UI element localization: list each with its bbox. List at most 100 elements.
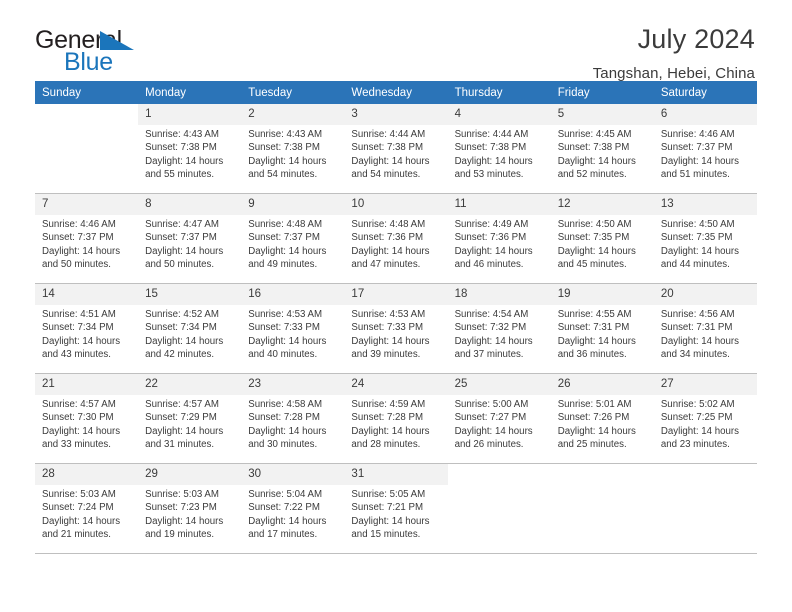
- calendar-day-cell[interactable]: 5 Sunrise: 4:45 AM Sunset: 7:38 PM Daylight…: [550, 104, 654, 194]
- day-number: 30: [241, 464, 345, 485]
- daylight-text-line1: Daylight: 14 hours: [248, 155, 327, 167]
- weekday-header-tuesday: Tuesday: [241, 81, 345, 104]
- day-details: Sunrise: 4:54 AM Sunset: 7:32 PM Daylight:…: [448, 305, 551, 361]
- calendar-day-cell[interactable]: 3 Sunrise: 4:44 AM Sunset: 7:38 PM Daylight…: [344, 104, 448, 194]
- calendar-day-cell[interactable]: 30 Sunrise: 5:04 AM Sunset: 7:22 PM Dayligh…: [241, 463, 345, 554]
- day-number: 14: [35, 284, 139, 305]
- calendar-day-cell[interactable]: 12 Sunrise: 4:50 AM Sunset: 7:35 PM Dayligh…: [550, 193, 654, 284]
- calendar-day-cell[interactable]: 8 Sunrise: 4:47 AM Sunset: 7:37 PM Daylight…: [138, 193, 242, 284]
- day-cell-body: [35, 104, 139, 193]
- calendar-day-cell[interactable]: 21 Sunrise: 4:57 AM Sunset: 7:30 PM Dayligh…: [35, 373, 139, 464]
- sunrise-text: Sunrise: 4:48 AM: [248, 219, 323, 230]
- day-number: 1: [138, 104, 242, 125]
- sunset-text: Sunset: 7:27 PM: [454, 412, 527, 424]
- calendar-day-cell[interactable]: 17 Sunrise: 4:53 AM Sunset: 7:33 PM Dayligh…: [344, 283, 448, 374]
- calendar-day-cell[interactable]: 13 Sunrise: 4:50 AM Sunset: 7:35 PM Dayligh…: [653, 193, 757, 284]
- day-number: 26: [550, 374, 654, 395]
- day-cell-body: 27 Sunrise: 5:02 AM Sunset: 7:25 PM Dayligh…: [653, 374, 757, 463]
- day-cell-body: 28 Sunrise: 5:03 AM Sunset: 7:24 PM Dayligh…: [35, 464, 139, 553]
- calendar-day-cell[interactable]: 20 Sunrise: 4:56 AM Sunset: 7:31 PM Dayligh…: [653, 283, 757, 374]
- sunrise-text: Sunrise: 5:03 AM: [42, 489, 116, 500]
- sunrise-text: Sunrise: 4:46 AM: [660, 129, 735, 140]
- day-cell-body: 4 Sunrise: 4:44 AM Sunset: 7:38 PM Daylight…: [447, 104, 551, 193]
- day-cell-body: 9 Sunrise: 4:48 AM Sunset: 7:37 PM Daylight…: [241, 194, 345, 283]
- daylight-text-line2: and 36 minutes.: [557, 348, 627, 360]
- daylight-text-line1: Daylight: 14 hours: [42, 515, 121, 527]
- calendar-day-cell[interactable]: 27 Sunrise: 5:02 AM Sunset: 7:25 PM Dayligh…: [653, 373, 757, 464]
- calendar-day-cell[interactable]: 9 Sunrise: 4:48 AM Sunset: 7:37 PM Daylight…: [241, 193, 345, 284]
- daylight-text-line1: Daylight: 14 hours: [351, 515, 430, 527]
- general-blue-logo[interactable]: General Blue: [35, 26, 155, 76]
- sunrise-text: Sunrise: 4:43 AM: [145, 129, 219, 140]
- calendar-day-cell[interactable]: 31 Sunrise: 5:05 AM Sunset: 7:21 PM Dayligh…: [344, 463, 448, 554]
- day-details: Sunrise: 4:45 AM Sunset: 7:38 PM Daylight:…: [551, 125, 654, 181]
- day-number: [447, 464, 551, 485]
- weekday-header-sunday: Sunday: [35, 81, 139, 104]
- calendar-day-cell[interactable]: 11 Sunrise: 4:49 AM Sunset: 7:36 PM Dayligh…: [447, 193, 551, 284]
- daylight-text-line1: Daylight: 14 hours: [557, 155, 636, 167]
- calendar-body: 1 Sunrise: 4:43 AM Sunset: 7:38 PM Daylight…: [35, 104, 757, 554]
- calendar-day-cell[interactable]: 22 Sunrise: 4:57 AM Sunset: 7:29 PM Dayligh…: [138, 373, 242, 464]
- sunrise-text: Sunrise: 4:49 AM: [454, 219, 529, 230]
- day-number: 5: [550, 104, 654, 125]
- calendar-day-cell[interactable]: 10 Sunrise: 4:48 AM Sunset: 7:36 PM Dayligh…: [344, 193, 448, 284]
- day-cell-body: 5 Sunrise: 4:45 AM Sunset: 7:38 PM Daylight…: [550, 104, 654, 193]
- day-number: 13: [653, 194, 757, 215]
- daylight-text-line2: and 31 minutes.: [145, 438, 215, 450]
- sunset-text: Sunset: 7:34 PM: [42, 322, 114, 334]
- day-details: Sunrise: 4:48 AM Sunset: 7:36 PM Daylight:…: [344, 215, 447, 271]
- calendar-empty-cell: [550, 463, 654, 554]
- calendar-week-row: 7 Sunrise: 4:46 AM Sunset: 7:37 PM Daylight…: [35, 193, 757, 284]
- daylight-text-line2: and 55 minutes.: [145, 168, 215, 180]
- calendar-day-cell[interactable]: 14 Sunrise: 4:51 AM Sunset: 7:34 PM Dayligh…: [35, 283, 139, 374]
- sunrise-text: Sunrise: 5:05 AM: [351, 489, 426, 500]
- calendar-day-cell[interactable]: 1 Sunrise: 4:43 AM Sunset: 7:38 PM Daylight…: [138, 104, 242, 194]
- day-details: Sunrise: 4:43 AM Sunset: 7:38 PM Daylight:…: [138, 125, 241, 181]
- sunrise-text: Sunrise: 4:44 AM: [454, 129, 529, 140]
- daylight-text-line1: Daylight: 14 hours: [145, 335, 224, 347]
- calendar-day-cell[interactable]: 7 Sunrise: 4:46 AM Sunset: 7:37 PM Daylight…: [35, 193, 139, 284]
- calendar-day-cell[interactable]: 18 Sunrise: 4:54 AM Sunset: 7:32 PM Dayligh…: [447, 283, 551, 374]
- calendar-day-cell[interactable]: 4 Sunrise: 4:44 AM Sunset: 7:38 PM Daylight…: [447, 104, 551, 194]
- day-details: Sunrise: 4:43 AM Sunset: 7:38 PM Daylight:…: [241, 125, 344, 181]
- calendar-day-cell[interactable]: 24 Sunrise: 4:59 AM Sunset: 7:28 PM Dayligh…: [344, 373, 448, 464]
- day-cell-body: 2 Sunrise: 4:43 AM Sunset: 7:38 PM Daylight…: [241, 104, 345, 193]
- sunset-text: Sunset: 7:38 PM: [557, 142, 630, 154]
- calendar-day-cell[interactable]: 6 Sunrise: 4:46 AM Sunset: 7:37 PM Daylight…: [653, 104, 757, 194]
- calendar-day-cell[interactable]: 15 Sunrise: 4:52 AM Sunset: 7:34 PM Dayligh…: [138, 283, 242, 374]
- calendar-day-cell[interactable]: 26 Sunrise: 5:01 AM Sunset: 7:26 PM Dayligh…: [550, 373, 654, 464]
- day-cell-body: 24 Sunrise: 4:59 AM Sunset: 7:28 PM Dayligh…: [344, 374, 448, 463]
- day-details: Sunrise: 4:53 AM Sunset: 7:33 PM Daylight:…: [344, 305, 447, 361]
- sunset-text: Sunset: 7:38 PM: [248, 142, 320, 154]
- calendar-day-cell[interactable]: 19 Sunrise: 4:55 AM Sunset: 7:31 PM Dayligh…: [550, 283, 654, 374]
- day-number: 12: [550, 194, 654, 215]
- sunrise-text: Sunrise: 5:03 AM: [145, 489, 219, 500]
- calendar-day-cell[interactable]: 28 Sunrise: 5:03 AM Sunset: 7:24 PM Dayligh…: [35, 463, 139, 554]
- calendar-day-cell[interactable]: 25 Sunrise: 5:00 AM Sunset: 7:27 PM Dayligh…: [447, 373, 551, 464]
- day-number: [35, 104, 139, 125]
- day-cell-body: 18 Sunrise: 4:54 AM Sunset: 7:32 PM Dayligh…: [447, 284, 551, 373]
- daylight-text-line2: and 44 minutes.: [660, 258, 730, 270]
- day-cell-body: 15 Sunrise: 4:52 AM Sunset: 7:34 PM Dayligh…: [138, 284, 242, 373]
- sunset-text: Sunset: 7:32 PM: [454, 322, 527, 334]
- day-number: 22: [138, 374, 242, 395]
- sunset-text: Sunset: 7:37 PM: [42, 232, 114, 244]
- daylight-text-line1: Daylight: 14 hours: [145, 155, 224, 167]
- daylight-text-line2: and 26 minutes.: [454, 438, 524, 450]
- day-cell-body: [550, 464, 654, 553]
- sunrise-text: Sunrise: 4:54 AM: [454, 309, 529, 320]
- day-cell-body: 22 Sunrise: 4:57 AM Sunset: 7:29 PM Dayligh…: [138, 374, 242, 463]
- day-number: 16: [241, 284, 345, 305]
- day-details: Sunrise: 4:51 AM Sunset: 7:34 PM Daylight:…: [35, 305, 138, 361]
- day-cell-body: 6 Sunrise: 4:46 AM Sunset: 7:37 PM Daylight…: [653, 104, 757, 193]
- day-number: 9: [241, 194, 345, 215]
- calendar-day-cell[interactable]: 29 Sunrise: 5:03 AM Sunset: 7:23 PM Dayligh…: [138, 463, 242, 554]
- day-cell-body: 21 Sunrise: 4:57 AM Sunset: 7:30 PM Dayligh…: [35, 374, 139, 463]
- calendar-day-cell[interactable]: 2 Sunrise: 4:43 AM Sunset: 7:38 PM Daylight…: [241, 104, 345, 194]
- sunset-text: Sunset: 7:29 PM: [145, 412, 217, 424]
- day-details: Sunrise: 4:47 AM Sunset: 7:37 PM Daylight:…: [138, 215, 241, 271]
- calendar-day-cell[interactable]: 16 Sunrise: 4:53 AM Sunset: 7:33 PM Dayligh…: [241, 283, 345, 374]
- sunset-text: Sunset: 7:21 PM: [351, 502, 424, 514]
- sunrise-text: Sunrise: 4:50 AM: [660, 219, 735, 230]
- calendar-day-cell[interactable]: 23 Sunrise: 4:58 AM Sunset: 7:28 PM Dayligh…: [241, 373, 345, 464]
